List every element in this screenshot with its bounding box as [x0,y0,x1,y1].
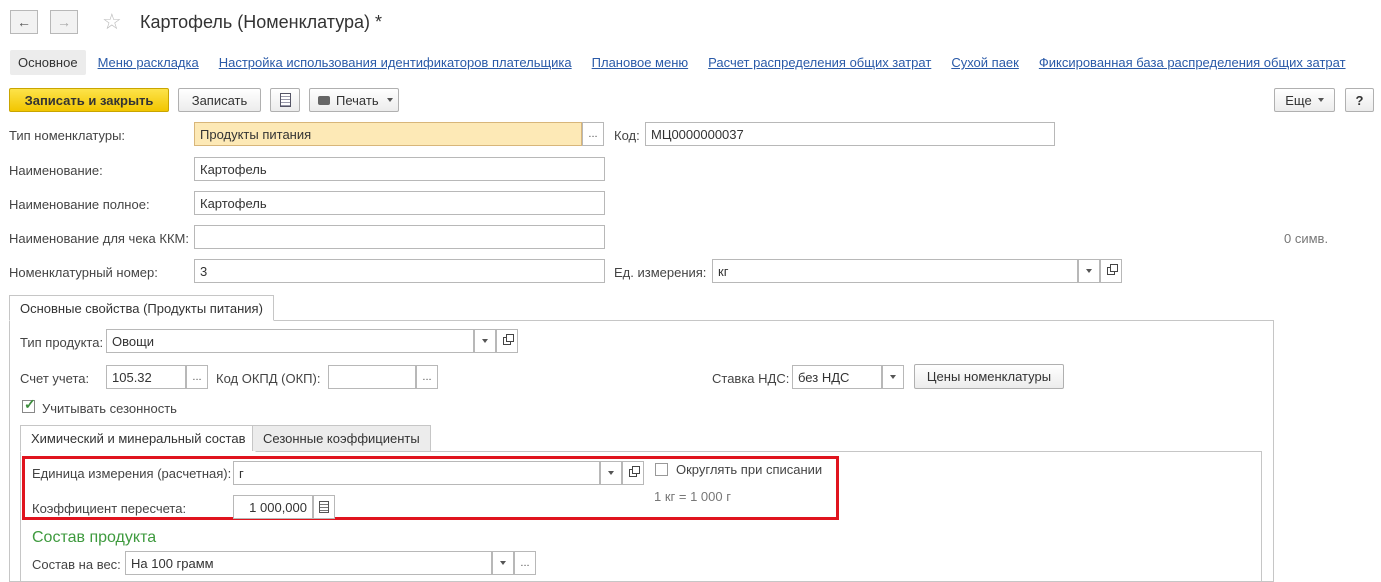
save-and-close-button[interactable]: Записать и закрыть [9,88,169,112]
tab-main[interactable]: Основное [10,50,86,75]
type-select-button[interactable]: ... [582,122,604,146]
more-button[interactable]: Еще [1274,88,1335,112]
help-button[interactable]: ? [1345,88,1374,112]
chevron-down-icon [890,375,896,379]
number-field[interactable]: 3 [194,259,605,283]
prices-button[interactable]: Цены номенклатуры [914,364,1064,389]
section-title: Состав продукта [32,529,157,546]
number-label: Номенклатурный номер: [9,265,158,280]
tab-fixed-base[interactable]: Фиксированная база распределения общих з… [1039,55,1346,70]
round-label: Округлять при списании [676,462,823,477]
vat-field[interactable]: без НДС [792,365,882,389]
code-label: Код: [614,128,640,143]
code-field[interactable]: МЦ0000000037 [645,122,1055,146]
chevron-down-icon [1086,269,1092,273]
calc-unit-field[interactable]: г [233,461,600,485]
seasonality-checkbox[interactable]: ✓ [22,396,36,413]
account-label: Счет учета: [20,371,90,386]
arrow-left-icon: ← [17,14,31,30]
more-label: Еще [1285,92,1312,108]
tab-chem-composition[interactable]: Химический и минеральный состав [20,425,257,452]
vat-dropdown-button[interactable] [882,365,904,389]
round-checkbox[interactable] [655,463,668,476]
weight-label: Состав на вес: [32,557,121,572]
unit-label: Ед. измерения: [614,265,707,280]
tab-dry-ration[interactable]: Сухой паек [951,55,1019,70]
document-icon [279,93,291,107]
ratio-field[interactable]: 1 000,000 [233,495,313,519]
tab-payer-ids[interactable]: Настройка использования идентификаторов … [219,55,572,70]
calc-unit-dropdown-button[interactable] [600,461,622,485]
report-button[interactable] [270,88,300,112]
tab-menu-layout[interactable]: Меню раскладка [98,55,199,70]
type-field[interactable]: Продукты питания [194,122,582,146]
chevron-down-icon [608,471,614,475]
ratio-label: Коэффициент пересчета: [32,501,187,516]
kkm-label: Наименование для чека ККМ: [9,231,189,246]
tab-cost-distribution[interactable]: Расчет распределения общих затрат [708,55,931,70]
chevron-down-icon [482,339,488,343]
arrow-right-icon: → [57,14,71,30]
save-button[interactable]: Записать [178,88,261,112]
vat-label: Ставка НДС: [712,371,790,386]
back-button[interactable]: ← [10,10,38,34]
unit-open-button[interactable] [1100,259,1122,283]
open-icon [629,466,640,477]
account-select-button[interactable]: ... [186,365,208,389]
chevron-down-icon [1317,98,1324,102]
product-type-dropdown-button[interactable] [474,329,496,353]
calculator-button[interactable] [313,495,335,519]
tab-seasonal-coefficients[interactable]: Сезонные коэффициенты [252,425,431,451]
calc-unit-open-button[interactable] [622,461,644,485]
conversion-text: 1 кг = 1 000 г [654,489,731,504]
name-label: Наименование: [9,163,103,178]
printer-icon [318,95,330,105]
tab-planned-menu[interactable]: Плановое меню [592,55,689,70]
product-type-label: Тип продукта: [20,335,104,350]
name-field[interactable]: Картофель [194,157,605,181]
weight-select-button[interactable]: ... [514,551,536,575]
favorite-star-icon[interactable]: ☆ [102,9,122,35]
okpd-select-button[interactable]: ... [416,365,438,389]
tab-main-properties[interactable]: Основные свойства (Продукты питания) [9,295,274,321]
type-label: Тип номенклатуры: [9,128,126,143]
checkmark-icon: ✓ [24,396,36,412]
print-label: Печать [336,92,379,108]
chevron-down-icon [500,561,506,565]
calc-unit-label: Единица измерения (расчетная): [32,466,232,481]
product-type-field[interactable]: Овощи [106,329,474,353]
account-field[interactable]: 105.32 [106,365,186,389]
chevron-down-icon [386,98,393,102]
fullname-field[interactable]: Картофель [194,191,605,215]
open-icon [503,334,514,345]
fullname-label: Наименование полное: [9,197,150,212]
unit-dropdown-button[interactable] [1078,259,1100,283]
chars-counter: 0 симв. [1284,231,1329,246]
open-icon [1107,264,1118,275]
weight-dropdown-button[interactable] [492,551,514,575]
okpd-label: Код ОКПД (ОКП): [216,371,321,386]
forward-button[interactable]: → [50,10,78,34]
calculator-icon [319,501,329,513]
okpd-field[interactable] [328,365,416,389]
kkm-field[interactable] [194,225,605,249]
unit-field[interactable]: кг [712,259,1078,283]
weight-field[interactable]: На 100 грамм [125,551,492,575]
print-button[interactable]: Печать [309,88,399,112]
section-tabs: Основное Меню раскладка Настройка исполь… [10,50,1366,75]
seasonality-label: Учитывать сезонность [42,401,177,416]
product-type-open-button[interactable] [496,329,518,353]
page-title: Картофель (Номенклатура) * [140,12,383,32]
